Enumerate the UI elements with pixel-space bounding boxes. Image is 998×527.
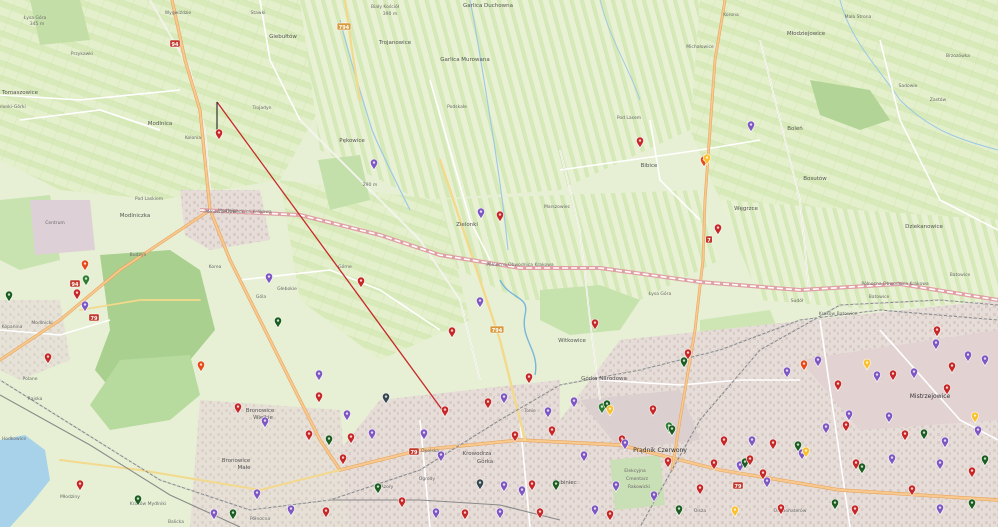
place-label-gola: Góla [256, 293, 266, 300]
place-label-trojanowice: Trojanowice [378, 40, 412, 46]
place-label-polane: Polane [23, 376, 38, 382]
place-label-pekowice: Pękowice [339, 138, 365, 144]
place-label-ulkodzyowice: Młodziejowice [787, 31, 826, 37]
place-label-marszowiec: Marszowiec [544, 204, 571, 210]
shield-794-mid: 794 [489, 325, 505, 334]
place-label-rd-poludnie: Północna [250, 515, 271, 522]
place-label-garlica-murowana: Garlica Murowana [440, 57, 490, 63]
place-label-lysa-gora: Łysa Góra [648, 290, 672, 297]
shield-94-left-label: 94 [72, 282, 79, 288]
place-label-giebultow: Giebułtów [269, 33, 297, 40]
place-label-sudol: Sudół [791, 297, 804, 304]
shield-794-top: 794 [336, 22, 352, 31]
place-label-rd-obwodnica2: Północna Obwodnica Krakowa [486, 261, 554, 268]
shield-7-mid: 7 [705, 235, 713, 244]
place-label-krowodrza-gorka: Krowodrza [463, 451, 492, 457]
place-label-pod-laskiem: Pod Laskiem [135, 196, 163, 202]
place-label-wygwoda: Wygwiździe [165, 9, 192, 16]
place-label-gorka-narodowa: Górka Narodowa [581, 375, 627, 382]
place-label-bibice: Bibice [641, 163, 658, 169]
place-label-rakowicki: Rakowicki [628, 484, 650, 490]
place-label-azory: Azory [381, 484, 394, 490]
place-label-modlniczka: Modlniczka [120, 213, 151, 219]
place-label-zastow: Zastów [930, 96, 947, 103]
place-label-tonie: Tonie [523, 408, 536, 414]
place-label-przykawki: Przykawki [71, 51, 93, 57]
place-label-olsza: Olsza [694, 508, 706, 514]
place-label-ogrody-nowe: Ogrody [419, 476, 436, 482]
place-label-glebokie: Głebokie [277, 286, 297, 292]
place-label-bronowice-male: Bronowice [222, 458, 251, 464]
shield-94-top-label: 94 [172, 42, 179, 48]
place-label-elev-390: 390 m [383, 11, 397, 17]
place-label-elekcja: Elekcyjna [624, 468, 646, 474]
place-label-mala-stroma: Mała Strona [845, 14, 872, 20]
place-label-boleń: Boleń [787, 125, 803, 132]
place-label-rd-obwodnica3: Północna Obwodnica Krakowa [861, 280, 929, 287]
place-label-rd-opolska: Opolska [421, 448, 439, 454]
shield-94-left: 94 [69, 279, 81, 288]
shield-79-bot: 79 [408, 447, 420, 456]
place-label-mlodlinki: Młodziny [60, 494, 80, 500]
place-label-trojadyn: Trojadyn [252, 105, 272, 111]
shield-79-bot-label: 79 [411, 450, 418, 456]
place-label-pod-lasem: Pod Lasem [617, 115, 641, 121]
shield-79-right-label: 79 [735, 484, 742, 490]
place-label-hodkowice: Hodkowice [2, 436, 27, 442]
place-label-korona: Korona [723, 12, 739, 18]
shield-94-top: 94 [169, 39, 181, 48]
place-label-wegrzce: Węgrzce [734, 206, 758, 212]
place-label-pradnik-czerwony: Prądnik Czerwony [633, 447, 687, 454]
place-label-debniki: Balicka [168, 519, 184, 525]
shield-7-mid-label: 7 [707, 238, 711, 244]
place-label-kopanina: Kopanina [2, 324, 23, 330]
place-label-rd-obwodnica1: Północna Obwodnica Krakowa [204, 208, 272, 215]
place-label-krakow-batowice: Kraków Batowice [819, 310, 858, 317]
shield-79-left: 79 [88, 313, 100, 322]
place-label-budzyn: Budzyń [130, 251, 147, 258]
place-label-modlnicki: Modlnicki [31, 320, 52, 326]
place-label-zielonki-gorki: Zielonki-Górki [0, 103, 26, 110]
shield-79-left-label: 79 [91, 316, 98, 322]
shield-794-top-label: 794 [339, 25, 350, 31]
place-label-modlnica: Modlnica [148, 121, 173, 127]
place-label-ruski: Rąjska [28, 396, 43, 402]
place-label-tomaszowice: Tomaszowice [1, 90, 39, 96]
place-label-lysa-gora-hill: Łysa Góra [23, 14, 47, 21]
place-label-elev-290: 290 m [363, 182, 377, 188]
place-label-bialy-kosciol: Biały Kościół [371, 3, 400, 10]
place-label-kolonia: Kolonia [185, 135, 202, 141]
place-label-stawki: Stawki [251, 10, 266, 16]
place-label-dziekanowice: Dziekanowice [905, 224, 943, 230]
place-label-gorka: Górka [477, 458, 493, 465]
shield-794-mid-label: 794 [492, 328, 503, 334]
place-label-bronowice-wielkie: Bronowice [246, 408, 275, 414]
place-label-zielonki: Zielonki [456, 222, 478, 228]
place-label-garlica-duchowna: Garlica Duchowna [463, 3, 513, 9]
place-label-male: Małe [237, 465, 251, 471]
map-canvas[interactable]: Łysa Góra345 mWygwiździe StawkiBiały Kośc… [0, 0, 998, 527]
place-label-bosutow: Bosutów [803, 175, 827, 182]
place-label-elev-345: 345 m [30, 21, 44, 27]
shield-79-right: 79 [732, 481, 744, 490]
place-label-brzozowka: Brzozówka [946, 52, 970, 59]
place-label-cmentarz: Cmentarz [626, 476, 649, 482]
place-label-gorne: Górne [338, 263, 352, 270]
place-label-michalowice-n: Michałowice [686, 44, 714, 50]
place-label-witkowice: Witkowice [558, 338, 586, 344]
place-label-batowice-n: Batowice [950, 272, 971, 278]
place-label-podskale: Podskale [447, 104, 467, 110]
place-label-mistrzejowice: Mistrzejowice [910, 393, 951, 400]
place-label-sadowie: Sadowie [899, 83, 918, 89]
place-label-korea: Korea [209, 264, 222, 270]
place-label-batowice: Batowice [869, 294, 890, 300]
place-label-centrum-handlowe: Centrum [45, 220, 65, 226]
